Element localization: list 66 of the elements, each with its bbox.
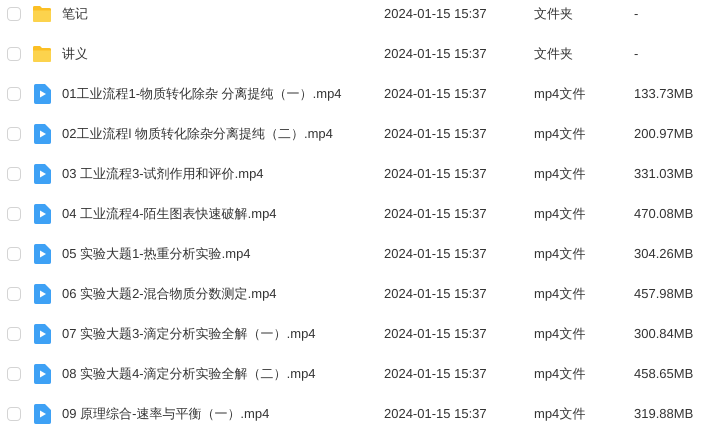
folder-icon bbox=[32, 5, 52, 23]
modified-date: 2024-01-15 15:37 bbox=[384, 285, 488, 304]
file-size: 470.08MB bbox=[634, 205, 694, 224]
checkbox[interactable] bbox=[7, 167, 21, 181]
modified-date: 2024-01-15 15:37 bbox=[384, 325, 488, 344]
modified-date: 2024-01-15 15:37 bbox=[384, 45, 488, 64]
file-size: - bbox=[634, 5, 638, 24]
file-size: 457.98MB bbox=[634, 285, 694, 304]
file-name[interactable]: 09 原理综合-速率与平衡（一）.mp4 bbox=[62, 404, 382, 424]
checkbox[interactable] bbox=[7, 47, 21, 61]
file-type: mp4文件 bbox=[534, 285, 586, 304]
file-name[interactable]: 讲义 bbox=[62, 44, 382, 64]
play-file-icon bbox=[34, 364, 50, 384]
file-name[interactable]: 08 实验大题4-滴定分析实验全解（二）.mp4 bbox=[62, 364, 382, 384]
file-type: mp4文件 bbox=[534, 405, 586, 424]
file-name[interactable]: 03 工业流程3-试剂作用和评价.mp4 bbox=[62, 164, 382, 184]
file-size: - bbox=[634, 45, 638, 64]
file-type: mp4文件 bbox=[534, 125, 586, 144]
file-size: 200.97MB bbox=[634, 125, 694, 144]
file-type: mp4文件 bbox=[534, 85, 586, 104]
modified-date: 2024-01-15 15:37 bbox=[384, 365, 488, 384]
file-name[interactable]: 05 实验大题1-热重分析实验.mp4 bbox=[62, 244, 382, 264]
checkbox[interactable] bbox=[7, 87, 21, 101]
file-type: 文件夹 bbox=[534, 5, 574, 24]
play-file-icon bbox=[34, 204, 50, 224]
modified-date: 2024-01-15 15:37 bbox=[384, 5, 488, 24]
file-type: mp4文件 bbox=[534, 245, 586, 264]
checkbox[interactable] bbox=[7, 247, 21, 261]
file-size: 133.73MB bbox=[634, 85, 694, 104]
checkbox[interactable] bbox=[7, 207, 21, 221]
file-size: 300.84MB bbox=[634, 325, 694, 344]
file-name[interactable]: 02工业流程l 物质转化除杂分离提纯（二）.mp4 bbox=[62, 124, 382, 144]
file-name[interactable]: 笔记 bbox=[62, 4, 382, 24]
file-type: mp4文件 bbox=[534, 365, 586, 384]
file-name[interactable]: 01工业流程1-物质转化除杂 分离提纯（一）.mp4 bbox=[62, 84, 382, 104]
file-size: 458.65MB bbox=[634, 365, 694, 384]
play-file-icon bbox=[34, 284, 50, 304]
modified-date: 2024-01-15 15:37 bbox=[384, 245, 488, 264]
file-size: 331.03MB bbox=[634, 165, 694, 184]
modified-date: 2024-01-15 15:37 bbox=[384, 125, 488, 144]
play-file-icon bbox=[34, 244, 50, 264]
file-type: mp4文件 bbox=[534, 205, 586, 224]
checkbox[interactable] bbox=[7, 367, 21, 381]
folder-icon bbox=[32, 45, 52, 63]
file-type: 文件夹 bbox=[534, 45, 574, 64]
file-type: mp4文件 bbox=[534, 325, 586, 344]
checkbox[interactable] bbox=[7, 7, 21, 21]
modified-date: 2024-01-15 15:37 bbox=[384, 405, 488, 424]
play-file-icon bbox=[34, 324, 50, 344]
file-size: 304.26MB bbox=[634, 245, 694, 264]
file-size: 319.88MB bbox=[634, 405, 694, 424]
modified-date: 2024-01-15 15:37 bbox=[384, 85, 488, 104]
play-file-icon bbox=[34, 404, 50, 424]
file-name[interactable]: 07 实验大题3-滴定分析实验全解（一）.mp4 bbox=[62, 324, 382, 344]
checkbox[interactable] bbox=[7, 127, 21, 141]
play-file-icon bbox=[34, 84, 50, 104]
modified-date: 2024-01-15 15:37 bbox=[384, 205, 488, 224]
file-name[interactable]: 06 实验大题2-混合物质分数测定.mp4 bbox=[62, 284, 382, 304]
modified-date: 2024-01-15 15:37 bbox=[384, 165, 488, 184]
play-file-icon bbox=[34, 124, 50, 144]
play-file-icon bbox=[34, 164, 50, 184]
file-type: mp4文件 bbox=[534, 165, 586, 184]
file-name[interactable]: 04 工业流程4-陌生图表快速破解.mp4 bbox=[62, 204, 382, 224]
checkbox[interactable] bbox=[7, 287, 21, 301]
checkbox[interactable] bbox=[7, 327, 21, 341]
checkbox[interactable] bbox=[7, 407, 21, 421]
